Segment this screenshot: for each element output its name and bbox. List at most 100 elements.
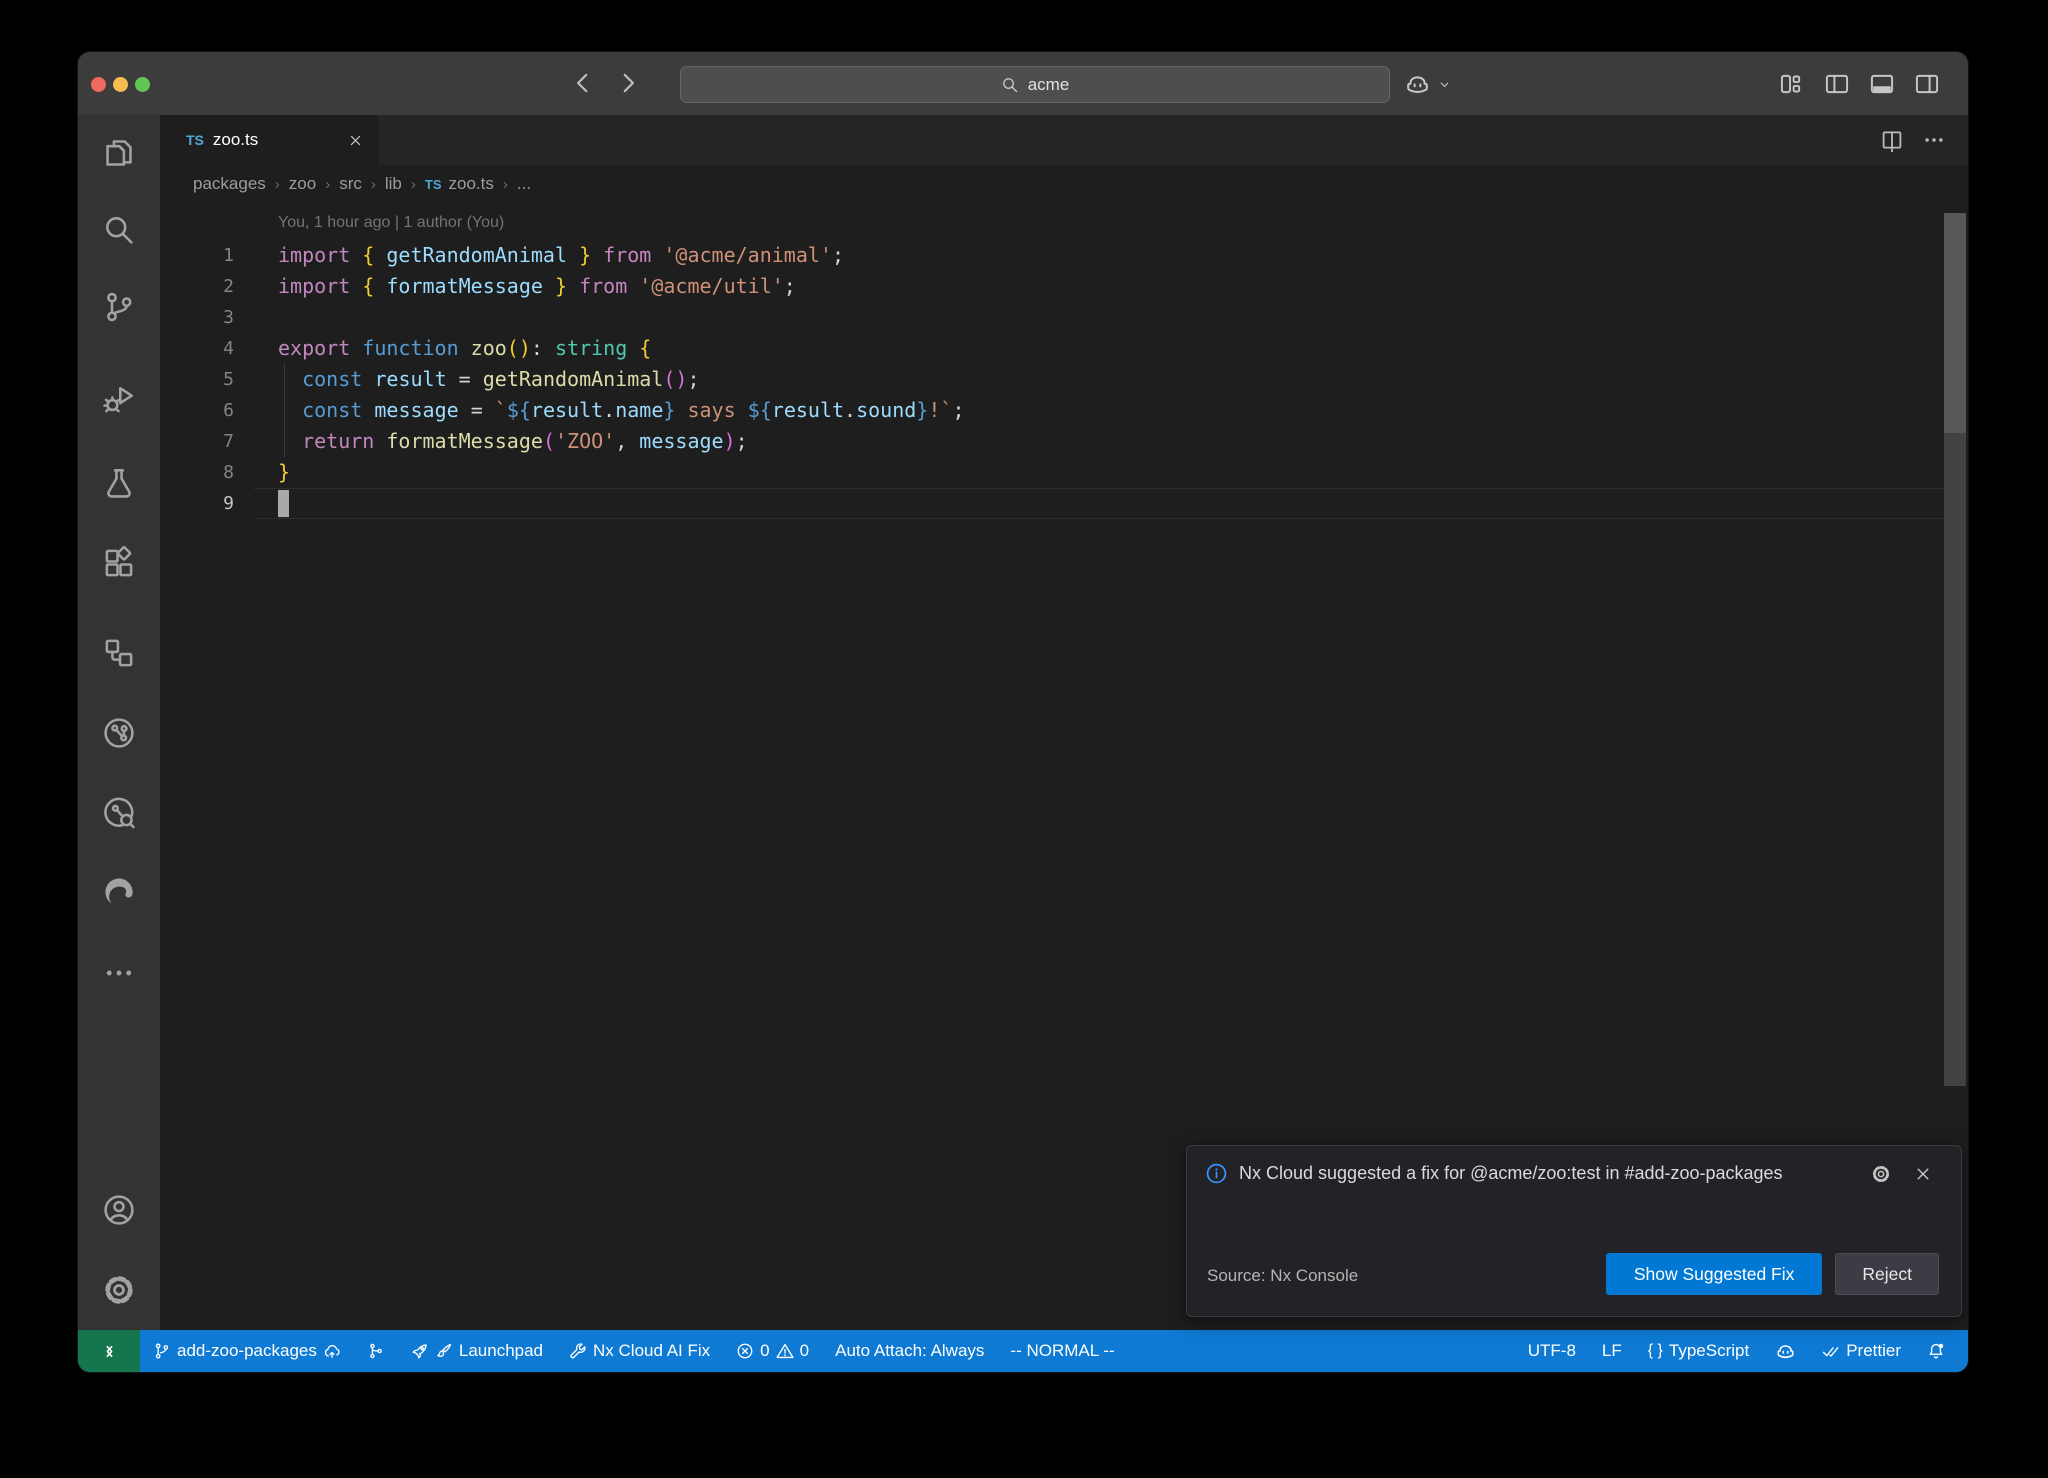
scrollbar-slider[interactable] <box>1944 213 1966 433</box>
settings-icon <box>102 1273 136 1307</box>
cloud-upload-icon <box>323 1342 341 1360</box>
status-label: Auto Attach: Always <box>835 1341 984 1361</box>
notification-message: Nx Cloud suggested a fix for @acme/zoo:t… <box>1239 1158 1799 1189</box>
tab-zoo-ts[interactable]: TS zoo.ts <box>160 115 378 165</box>
reject-button[interactable]: Reject <box>1835 1253 1939 1295</box>
breadcrumb-item[interactable]: lib <box>385 174 402 194</box>
line-number: 6 <box>160 395 236 426</box>
navigate-back-icon[interactable] <box>570 70 596 96</box>
split-editor-icon[interactable] <box>1880 128 1904 152</box>
breadcrumb-item[interactable]: packages <box>193 174 266 194</box>
code-line: const result = getRandomAnimal(); <box>278 364 964 395</box>
breadcrumb-item[interactable]: src <box>339 174 362 194</box>
status-label: Launchpad <box>459 1341 543 1361</box>
status-bar: add-zoo-packages Launchpad Nx Cloud AI Fix… <box>78 1330 1968 1372</box>
navigate-forward-icon[interactable] <box>615 70 641 96</box>
activity-testing[interactable] <box>102 465 136 499</box>
status-branch[interactable]: add-zoo-packages <box>140 1330 354 1372</box>
line-number: 2 <box>160 271 236 302</box>
more-actions-icon[interactable] <box>1922 128 1946 152</box>
status-label: LF <box>1602 1341 1622 1361</box>
status-label: UTF-8 <box>1528 1341 1576 1361</box>
status-nx-cloud-ai-fix[interactable]: Nx Cloud AI Fix <box>556 1330 723 1372</box>
notification-close-icon[interactable] <box>1913 1164 1933 1184</box>
show-suggested-fix-button[interactable]: Show Suggested Fix <box>1606 1253 1823 1295</box>
rocket-icon <box>411 1342 429 1360</box>
code-line: import { getRandomAnimal } from '@acme/a… <box>278 240 964 271</box>
layout-panel-bottom-icon[interactable] <box>1869 71 1895 97</box>
breadcrumb-separator: › <box>362 176 385 193</box>
testing-icon <box>102 465 136 499</box>
error-icon <box>736 1342 754 1360</box>
breadcrumb-item[interactable]: zoo <box>289 174 316 194</box>
status-nx-tasks[interactable] <box>354 1330 398 1372</box>
breadcrumb-separator: › <box>494 176 517 193</box>
brush-icon <box>435 1342 453 1360</box>
layout-sidebar-right-icon[interactable] <box>1914 71 1940 97</box>
status-bar-right: UTF-8 LF { }TypeScript Prettier <box>1515 1330 1968 1372</box>
remote-indicator[interactable] <box>78 1330 140 1372</box>
line-number: 9 <box>160 488 236 519</box>
breadcrumb-overflow[interactable]: ... <box>517 174 531 194</box>
notification-buttons: Show Suggested Fix Reject <box>1606 1253 1939 1295</box>
more-icon <box>102 956 136 990</box>
status-notifications[interactable] <box>1914 1330 1958 1372</box>
layout-custom-icon[interactable] <box>1779 71 1805 97</box>
layout-sidebar-left-icon[interactable] <box>1824 71 1850 97</box>
scrollbar-track[interactable] <box>1944 433 1966 1086</box>
status-auto-attach[interactable]: Auto Attach: Always <box>822 1330 997 1372</box>
edge-tools-icon <box>102 876 136 910</box>
layout-controls <box>1779 71 1940 97</box>
status-language[interactable]: { }TypeScript <box>1635 1330 1762 1372</box>
code-line: const message = `${result.name} says ${r… <box>278 395 964 426</box>
command-center-search[interactable]: acme <box>680 66 1390 103</box>
search-icon <box>1001 76 1019 94</box>
notification-settings-icon[interactable] <box>1871 1164 1891 1184</box>
pipeline-icon <box>367 1342 385 1360</box>
activity-source-control[interactable] <box>102 290 136 324</box>
breadcrumb-file[interactable]: TS zoo.ts <box>425 174 494 194</box>
warning-icon <box>776 1342 794 1360</box>
activity-settings[interactable] <box>102 1273 136 1307</box>
git-branch-icon <box>153 1342 171 1360</box>
bell-dot-icon <box>1927 1342 1945 1360</box>
status-eol[interactable]: LF <box>1589 1330 1635 1372</box>
line-number-gutter: 123456789 <box>160 240 236 519</box>
activity-more[interactable] <box>102 956 136 990</box>
status-problems[interactable]: 00 <box>723 1330 822 1372</box>
line-number: 1 <box>160 240 236 271</box>
close-window-button[interactable] <box>91 77 106 92</box>
activity-extensions[interactable] <box>102 546 136 580</box>
status-launchpad[interactable]: Launchpad <box>398 1330 556 1372</box>
activity-run-and-debug[interactable] <box>102 381 136 415</box>
activity-nx-console[interactable] <box>102 636 136 670</box>
copilot-menu[interactable] <box>1404 71 1452 98</box>
line-number: 8 <box>160 457 236 488</box>
close-tab-icon[interactable] <box>347 132 364 149</box>
minimize-window-button[interactable] <box>113 77 128 92</box>
activity-explorer[interactable] <box>102 136 136 170</box>
search-icon <box>102 213 136 247</box>
status-vim-mode[interactable]: -- NORMAL -- <box>997 1330 1127 1372</box>
breadcrumb-file-label: zoo.ts <box>449 174 494 194</box>
activity-accounts[interactable] <box>102 1193 136 1227</box>
activity-edge-tools[interactable] <box>102 876 136 910</box>
nx-console-icon <box>102 636 136 670</box>
activity-search[interactable] <box>102 213 136 247</box>
extensions-icon <box>102 546 136 580</box>
typescript-file-icon: TS <box>186 132 204 148</box>
typescript-file-icon: TS <box>425 177 442 192</box>
status-bar-left: add-zoo-packages Launchpad Nx Cloud AI Fix… <box>140 1330 1128 1372</box>
run-and-debug-icon <box>102 381 136 415</box>
remote-icon <box>100 1342 119 1361</box>
activity-nx-cloud[interactable] <box>102 796 136 830</box>
status-encoding[interactable]: UTF-8 <box>1515 1330 1589 1372</box>
tab-label: zoo.ts <box>213 130 258 150</box>
notification-source: Source: Nx Console <box>1207 1266 1358 1286</box>
status-copilot[interactable] <box>1762 1330 1809 1372</box>
status-formatter[interactable]: Prettier <box>1809 1330 1914 1372</box>
activity-nx-project-graph[interactable] <box>102 716 136 750</box>
nx-cloud-icon <box>102 796 136 830</box>
status-label: 0 <box>760 1341 769 1361</box>
zoom-window-button[interactable] <box>135 77 150 92</box>
